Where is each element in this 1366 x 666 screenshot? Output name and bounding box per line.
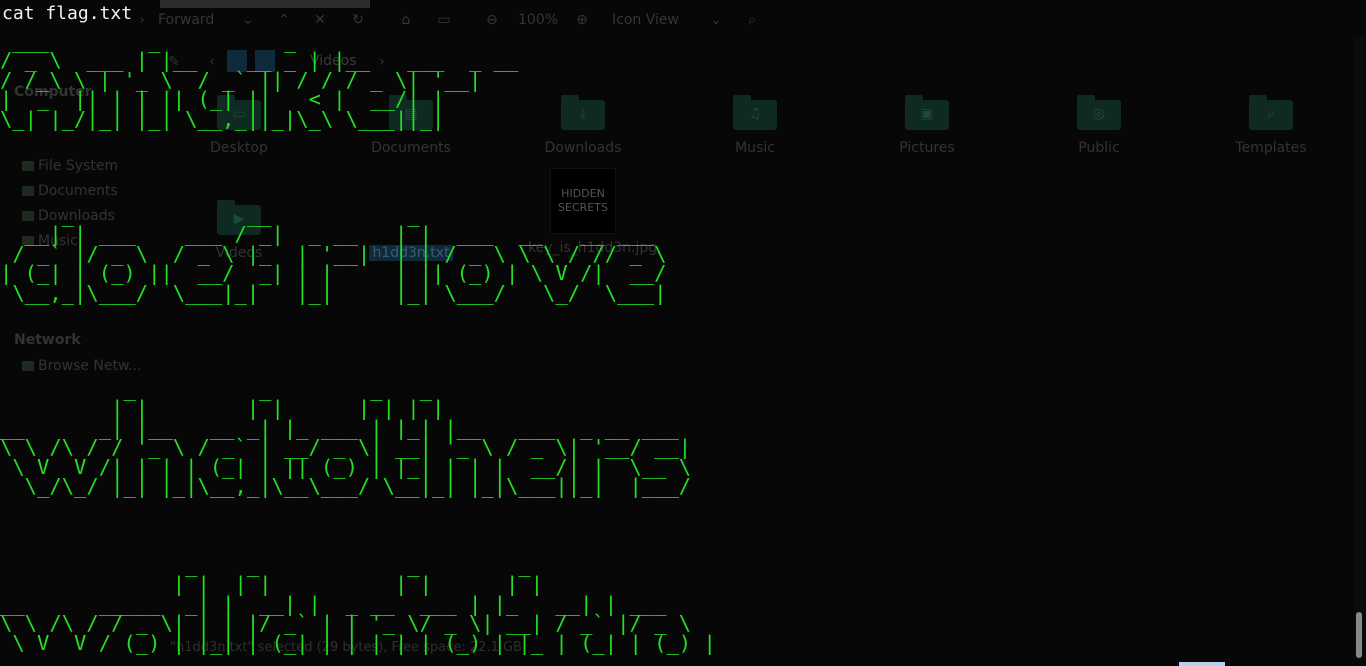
ascii-art-line-2: _ __ _ __| | ___ ___ / _| _ __ | | ___ _… bbox=[0, 203, 667, 305]
terminal-command: cat flag.txt bbox=[2, 3, 133, 24]
terminal-window[interactable]: cat flag.txt ___ _ _ / _ \ ___ | |__ __ … bbox=[0, 0, 1366, 666]
ascii-art-line-1: ___ _ _ / _ \ ___ | |__ __ _ | |__ ___ _… bbox=[0, 29, 519, 131]
ascii-art-line-3: _ _ _ _ | | | | | | | | __ _| |__ __ _| … bbox=[0, 377, 692, 499]
ascii-art-line-4: _ _ _ _ | | | | | | | | __ _____ _| | __… bbox=[0, 553, 716, 655]
